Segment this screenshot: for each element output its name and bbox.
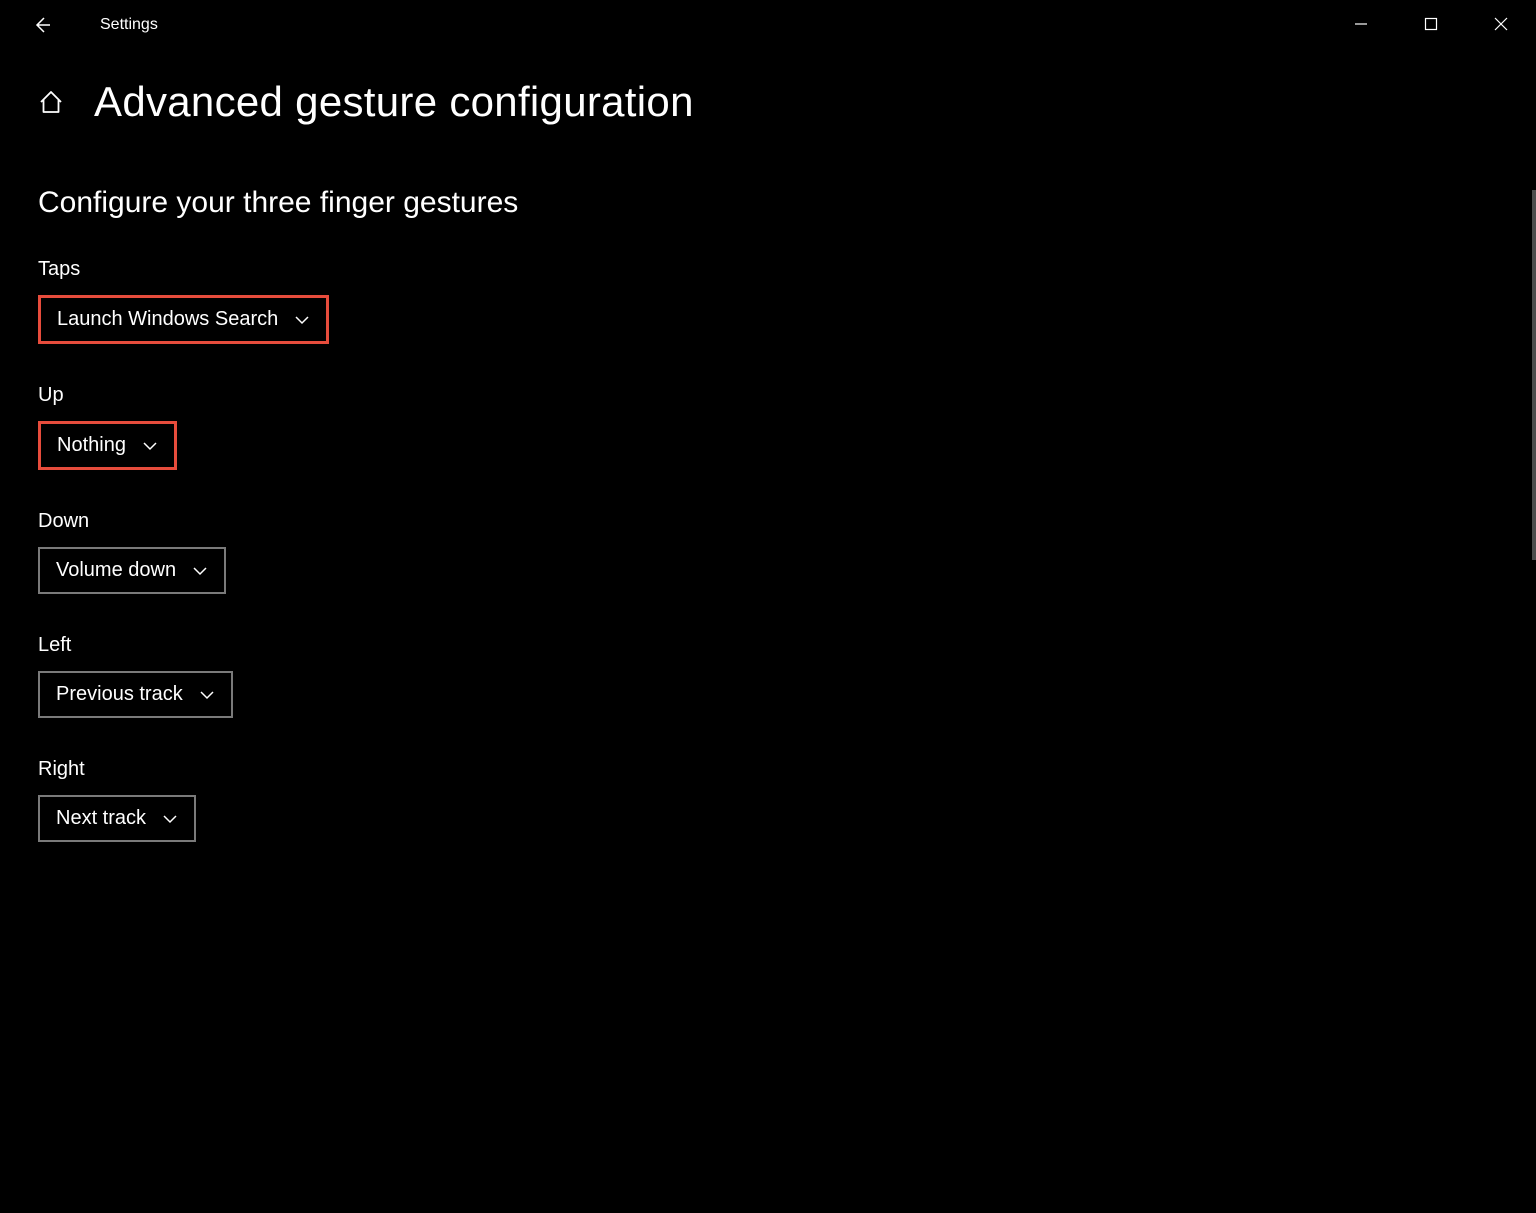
chevron-down-icon [142, 441, 158, 451]
close-button[interactable] [1466, 0, 1536, 48]
minimize-icon [1354, 17, 1368, 31]
gesture-group-taps: Taps Launch Windows Search [38, 258, 1536, 344]
dropdown-value: Launch Windows Search [57, 308, 278, 331]
gesture-label-left: Left [38, 634, 1536, 657]
gesture-group-left: Left Previous track [38, 634, 1536, 718]
dropdown-down[interactable]: Volume down [38, 547, 226, 594]
window-controls [1326, 0, 1536, 48]
page-title: Advanced gesture configuration [94, 78, 694, 126]
home-icon [38, 89, 64, 115]
gesture-group-down: Down Volume down [38, 510, 1536, 594]
maximize-button[interactable] [1396, 0, 1466, 48]
home-button[interactable] [38, 89, 64, 115]
dropdown-right[interactable]: Next track [38, 795, 196, 842]
gesture-group-right: Right Next track [38, 758, 1536, 842]
close-icon [1494, 17, 1508, 31]
dropdown-value: Previous track [56, 683, 183, 706]
gesture-label-right: Right [38, 758, 1536, 781]
gesture-label-taps: Taps [38, 258, 1536, 281]
maximize-icon [1424, 17, 1438, 31]
gesture-group-up: Up Nothing [38, 384, 1536, 470]
chevron-down-icon [199, 690, 215, 700]
page-header: Advanced gesture configuration [38, 78, 1536, 126]
back-button[interactable] [22, 5, 62, 45]
section-title: Configure your three finger gestures [38, 186, 1536, 220]
titlebar: Settings [0, 0, 1536, 50]
gesture-label-up: Up [38, 384, 1536, 407]
dropdown-taps[interactable]: Launch Windows Search [38, 295, 329, 344]
dropdown-value: Volume down [56, 559, 176, 582]
dropdown-value: Nothing [57, 434, 126, 457]
dropdown-value: Next track [56, 807, 146, 830]
chevron-down-icon [294, 315, 310, 325]
scrollbar[interactable] [1532, 190, 1536, 560]
content-area: Advanced gesture configuration Configure… [0, 50, 1536, 842]
minimize-button[interactable] [1326, 0, 1396, 48]
chevron-down-icon [162, 814, 178, 824]
chevron-down-icon [192, 566, 208, 576]
dropdown-left[interactable]: Previous track [38, 671, 233, 718]
app-title: Settings [100, 16, 158, 34]
arrow-left-icon [32, 15, 52, 35]
gesture-label-down: Down [38, 510, 1536, 533]
dropdown-up[interactable]: Nothing [38, 421, 177, 470]
